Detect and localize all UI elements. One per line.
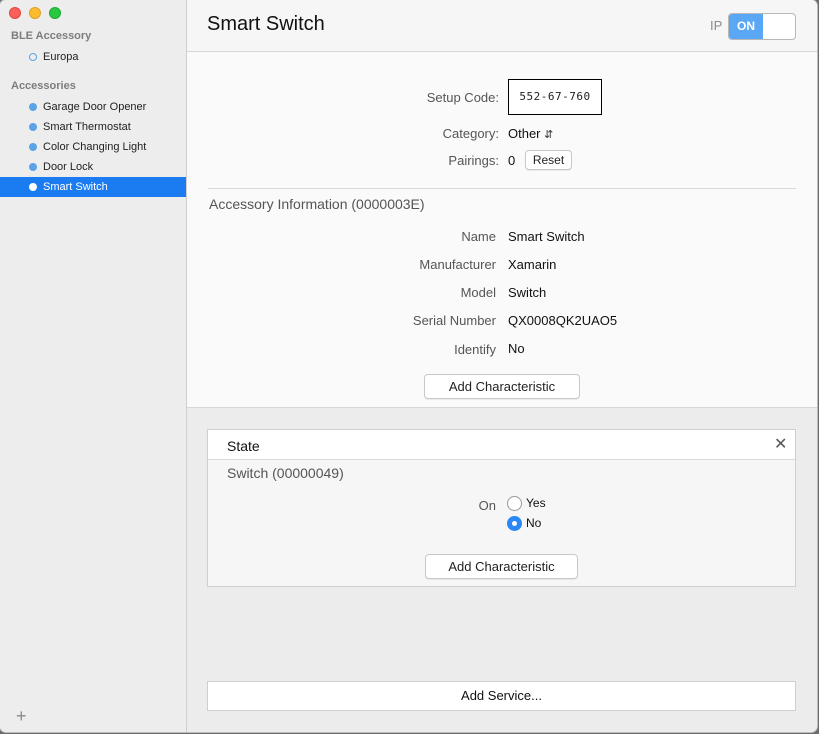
minimize-window-button[interactable] <box>29 7 41 19</box>
updown-chevron-icon: ⇵ <box>544 129 553 141</box>
info-label-model: Model <box>347 285 496 300</box>
sidebar-item-label: Smart Thermostat <box>43 121 131 133</box>
radio-no-label: No <box>526 516 541 530</box>
service-title: State <box>227 438 260 454</box>
add-accessory-icon[interactable]: + <box>16 707 27 725</box>
sidebar-section-accessories: Accessories <box>11 80 76 92</box>
sidebar-item-label: Garage Door Opener <box>43 101 146 113</box>
info-label-serial-number: Serial Number <box>347 313 496 328</box>
status-dot-icon <box>29 143 37 151</box>
sidebar-item-label: Europa <box>43 51 78 63</box>
divider <box>208 188 796 189</box>
sidebar-item-color-changing-light[interactable]: Color Changing Light <box>0 137 186 157</box>
category-value: Other <box>508 126 541 141</box>
sidebar-item-door-lock[interactable]: Door Lock <box>0 157 186 177</box>
sidebar-item-europa[interactable]: Europa <box>0 47 186 67</box>
sidebar: BLE Accessory Europa Accessories Garage … <box>0 0 187 732</box>
app-window: BLE Accessory Europa Accessories Garage … <box>0 0 817 732</box>
window-controls <box>9 7 61 19</box>
add-characteristic-button[interactable]: Add Characteristic <box>425 554 578 579</box>
main-content: Smart Switch IP ON Setup Code: 552-67-76… <box>187 0 817 732</box>
info-value-serial-number: QX0008QK2UAO5 <box>508 313 617 328</box>
status-dot-icon <box>29 183 37 191</box>
status-dot-icon <box>29 163 37 171</box>
status-dot-icon <box>29 103 37 111</box>
info-value-model: Switch <box>508 285 546 300</box>
info-value-manufacturer: Xamarin <box>508 257 556 272</box>
toggle-on-label: ON <box>729 14 763 39</box>
header: Smart Switch IP ON <box>187 0 817 52</box>
category-select[interactable]: Other ⇵ <box>508 126 553 141</box>
info-label-manufacturer: Manufacturer <box>347 257 496 272</box>
service-card-state: State ✕ Switch (00000049) On Yes No Add … <box>207 429 796 587</box>
radio-yes[interactable] <box>507 496 522 511</box>
on-label: On <box>458 498 496 513</box>
accessory-info-header: Accessory Information (0000003E) <box>209 196 425 212</box>
add-characteristic-button[interactable]: Add Characteristic <box>424 374 580 399</box>
close-icon[interactable]: ✕ <box>774 434 787 454</box>
page-title: Smart Switch <box>207 13 325 36</box>
service-card-header: State ✕ <box>208 430 795 460</box>
characteristic-header: Switch (00000049) <box>227 465 344 481</box>
ip-toggle[interactable]: ON <box>728 13 796 40</box>
sidebar-item-smart-thermostat[interactable]: Smart Thermostat <box>0 117 186 137</box>
sidebar-item-label: Door Lock <box>43 161 93 173</box>
radio-yes-label: Yes <box>526 496 546 510</box>
pairings-value: 0 <box>508 153 515 168</box>
reset-button[interactable]: Reset <box>525 150 572 170</box>
zoom-window-button[interactable] <box>49 7 61 19</box>
add-service-button[interactable]: Add Service... <box>207 681 796 711</box>
status-dot-icon <box>29 123 37 131</box>
services-area: State ✕ Switch (00000049) On Yes No Add … <box>187 408 817 732</box>
radio-no[interactable] <box>507 516 522 531</box>
setup-code-label: Setup Code: <box>387 90 499 105</box>
info-value-name: Smart Switch <box>508 229 585 244</box>
info-value-identify: No <box>508 341 525 356</box>
pairings-label: Pairings: <box>387 153 499 168</box>
ip-label: IP <box>710 18 722 33</box>
sidebar-section-ble: BLE Accessory <box>11 30 91 42</box>
sidebar-item-smart-switch[interactable]: Smart Switch <box>0 177 186 197</box>
category-label: Category: <box>387 126 499 141</box>
sidebar-item-garage-door-opener[interactable]: Garage Door Opener <box>0 97 186 117</box>
info-label-name: Name <box>347 229 496 244</box>
setup-code-value: 552-67-760 <box>508 79 602 115</box>
info-label-identify: Identify <box>347 342 496 357</box>
sidebar-item-label: Smart Switch <box>43 181 108 193</box>
close-window-button[interactable] <box>9 7 21 19</box>
status-ring-icon <box>29 53 37 61</box>
sidebar-item-label: Color Changing Light <box>43 141 146 153</box>
accessory-panel: Setup Code: 552-67-760 Category: Other ⇵… <box>187 52 817 408</box>
